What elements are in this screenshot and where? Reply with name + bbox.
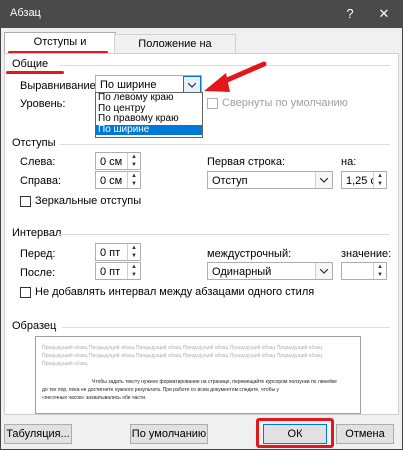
first-line-label: Первая строка: bbox=[207, 156, 285, 168]
spin-down-icon[interactable]: ▼ bbox=[374, 180, 386, 188]
preview-box: Предыдущий абзац Предыдущий абзац Предыд… bbox=[35, 336, 361, 414]
indent-left-value: 0 см bbox=[100, 156, 123, 168]
first-line-combo[interactable]: Отступ bbox=[207, 171, 333, 189]
tabs-button[interactable]: Табуляция... bbox=[4, 424, 72, 444]
indent-right-label: Справа: bbox=[20, 175, 62, 187]
preview-main-line-1: Чтобы задать тексту нужное форматировани… bbox=[92, 379, 337, 385]
window-title: Абзац bbox=[10, 7, 41, 19]
general-highlight-underline bbox=[6, 71, 64, 74]
first-line-value: Отступ bbox=[212, 175, 248, 187]
preview-prev-line-1: Предыдущий абзац Предыдущий абзац Предыд… bbox=[42, 345, 323, 351]
spacing-before-label: Перед: bbox=[20, 248, 56, 260]
indents-section-label: Отступы bbox=[12, 137, 56, 149]
spacing-after-field[interactable]: 0 пт ▲ ▼ bbox=[95, 262, 141, 280]
spin-up-icon[interactable]: ▲ bbox=[374, 263, 386, 271]
alignment-value: По ширине bbox=[100, 79, 157, 91]
alignment-label: Выравнивание: bbox=[20, 80, 99, 92]
level-label: Уровень: bbox=[20, 98, 66, 110]
indents-section-divider bbox=[60, 144, 390, 145]
spin-down-icon[interactable]: ▼ bbox=[374, 271, 386, 279]
indent-right-value: 0 см bbox=[100, 175, 123, 187]
collapsed-label: Свернуты по умолчанию bbox=[222, 97, 348, 109]
preview-prev-line-2: Предыдущий абзац Предыдущий абзац Предыд… bbox=[42, 353, 323, 359]
by-spinner[interactable]: ▲ ▼ bbox=[373, 172, 386, 188]
spacing-after-spinner[interactable]: ▲ ▼ bbox=[127, 263, 140, 279]
at-spinner[interactable]: ▲ ▼ bbox=[373, 263, 386, 279]
spin-up-icon[interactable]: ▲ bbox=[128, 263, 140, 271]
mirror-indents-label: Зеркальные отступы bbox=[35, 195, 142, 207]
preview-section-divider bbox=[62, 327, 390, 328]
at-label: значение: bbox=[341, 248, 392, 260]
preview-main-line-3: «песочных часов» захватывались обе части… bbox=[42, 395, 147, 401]
spin-up-icon[interactable]: ▲ bbox=[128, 244, 140, 252]
by-label: на: bbox=[341, 156, 357, 168]
preview-prev-line-3: Предыдущий абзац bbox=[42, 361, 88, 367]
tab-line-page-breaks[interactable]: Положение на странице bbox=[114, 34, 236, 69]
cancel-button[interactable]: Отмена bbox=[336, 424, 394, 444]
no-space-checkbox[interactable] bbox=[20, 287, 31, 298]
dropdown-option-left[interactable]: По левому краю bbox=[96, 92, 202, 104]
spacing-section-divider bbox=[58, 234, 390, 235]
collapsed-checkbox[interactable] bbox=[207, 98, 218, 109]
at-field[interactable]: ▲ ▼ bbox=[341, 262, 387, 280]
no-space-label: Не добавлять интервал между абзацами одн… bbox=[35, 286, 315, 298]
spacing-section-label: Интервал bbox=[12, 227, 62, 239]
title-bar: Абзац ? ✕ bbox=[0, 0, 403, 28]
alignment-dropdown-list[interactable]: По левому краю По центру По правому краю… bbox=[95, 92, 203, 138]
spacing-before-value: 0 пт bbox=[100, 247, 121, 259]
line-spacing-combo[interactable]: Одинарный bbox=[207, 262, 333, 280]
close-button[interactable]: ✕ bbox=[370, 0, 398, 28]
line-spacing-label: междустрочный: bbox=[207, 248, 292, 260]
line-spacing-value: Одинарный bbox=[212, 266, 272, 278]
ok-button[interactable]: ОК bbox=[263, 424, 327, 444]
set-default-button[interactable]: По умолчанию bbox=[130, 424, 208, 444]
chevron-down-icon[interactable] bbox=[315, 172, 332, 188]
spacing-before-spinner[interactable]: ▲ ▼ bbox=[127, 244, 140, 260]
dropdown-option-justify[interactable]: По ширине bbox=[96, 124, 202, 135]
spacing-after-value: 0 пт bbox=[100, 266, 121, 278]
spin-up-icon[interactable]: ▲ bbox=[128, 172, 140, 180]
mirror-indents-checkbox[interactable] bbox=[20, 196, 31, 207]
indent-left-label: Слева: bbox=[20, 156, 56, 168]
spacing-before-field[interactable]: 0 пт ▲ ▼ bbox=[95, 243, 141, 261]
spin-up-icon[interactable]: ▲ bbox=[128, 153, 140, 161]
general-section-label: Общие bbox=[12, 58, 49, 70]
indent-right-spinner[interactable]: ▲ ▼ bbox=[127, 172, 140, 188]
red-arrow-annotation bbox=[204, 61, 267, 92]
indent-left-spinner[interactable]: ▲ ▼ bbox=[127, 153, 140, 169]
preview-main-line-2: до тех пор, пока не достигнете нужного р… bbox=[42, 387, 279, 393]
chevron-down-icon[interactable] bbox=[315, 263, 332, 279]
help-button[interactable]: ? bbox=[336, 0, 364, 28]
alignment-combo[interactable]: По ширине bbox=[95, 75, 202, 94]
indent-left-field[interactable]: 0 см ▲ ▼ bbox=[95, 152, 141, 170]
by-field[interactable]: 1,25 см ▲ ▼ bbox=[341, 171, 387, 189]
spin-down-icon[interactable]: ▼ bbox=[128, 252, 140, 260]
spacing-after-label: После: bbox=[20, 267, 56, 279]
spin-down-icon[interactable]: ▼ bbox=[128, 271, 140, 279]
spin-down-icon[interactable]: ▼ bbox=[128, 180, 140, 188]
spin-down-icon[interactable]: ▼ bbox=[128, 161, 140, 169]
dropdown-option-right[interactable]: По правому краю bbox=[96, 113, 202, 125]
indent-right-field[interactable]: 0 см ▲ ▼ bbox=[95, 171, 141, 189]
spin-up-icon[interactable]: ▲ bbox=[374, 172, 386, 180]
preview-section-label: Образец bbox=[12, 320, 57, 332]
